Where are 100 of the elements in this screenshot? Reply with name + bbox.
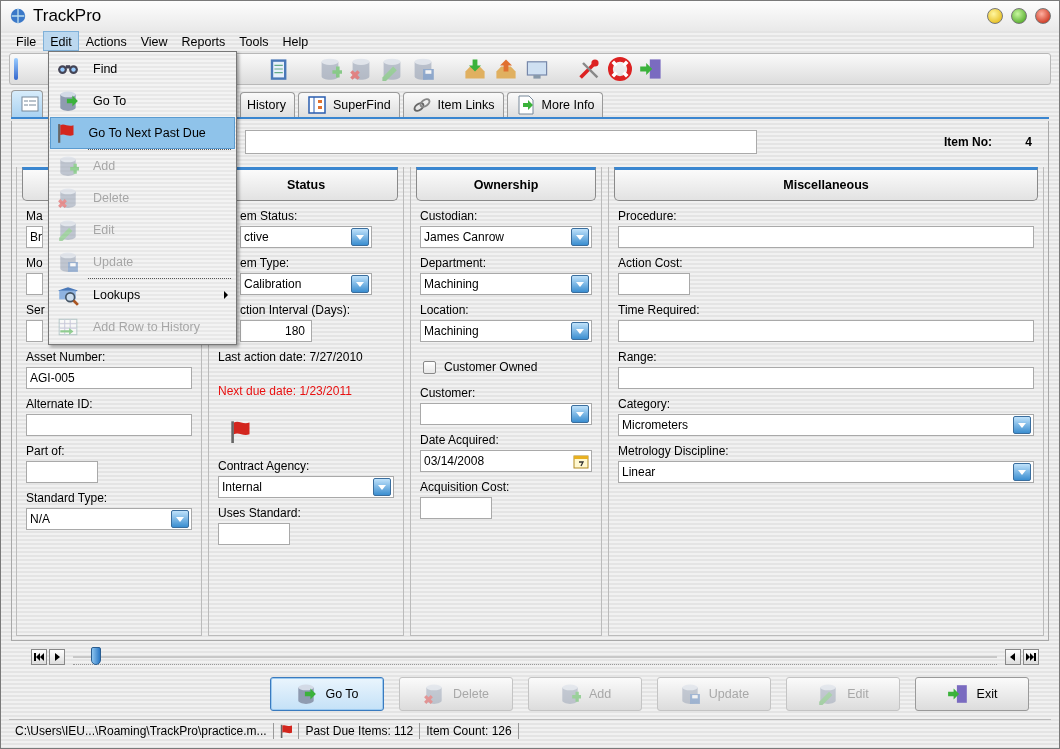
dropdown-button[interactable] — [1013, 463, 1031, 481]
dropdown-field[interactable]: Machining — [420, 320, 592, 342]
menu-item[interactable]: File — [9, 31, 44, 51]
text-field[interactable] — [26, 273, 43, 295]
close-button[interactable] — [1035, 8, 1051, 24]
menu-item[interactable]: Edit — [43, 31, 79, 51]
first-record-button[interactable] — [31, 649, 47, 665]
field-label: Uses Standard: — [218, 506, 301, 522]
slider-thumb[interactable] — [91, 646, 102, 665]
menu-item[interactable]: Reports — [174, 31, 233, 51]
field-label: Metrology Discipline: — [618, 444, 729, 459]
menu-item[interactable]: Actions — [78, 31, 134, 51]
binoculars-icon — [57, 62, 79, 76]
text-field[interactable] — [618, 273, 690, 295]
dropdown-button[interactable] — [571, 275, 589, 293]
text-field[interactable] — [26, 320, 43, 342]
maximize-button[interactable] — [1011, 8, 1027, 24]
menu-item[interactable]: Tools — [232, 31, 276, 51]
caret-icon — [356, 234, 364, 240]
next-button[interactable] — [1005, 649, 1021, 665]
previous-button[interactable] — [49, 649, 65, 665]
action-button[interactable]: Go To — [270, 677, 384, 711]
field-label: Contract Agency: — [218, 459, 310, 475]
dropdown-button[interactable] — [571, 228, 589, 246]
text-field[interactable] — [26, 461, 98, 483]
dropdown-button[interactable] — [351, 228, 369, 246]
caret-icon — [176, 516, 184, 522]
menu-item[interactable]: Help — [275, 31, 316, 51]
past-due-count: Past Due Items: 112 — [299, 723, 421, 739]
dropdown-button[interactable] — [351, 275, 369, 293]
text-field[interactable]: AGI-005 — [26, 367, 192, 389]
arrow-icon — [1026, 653, 1036, 661]
field-label: Time Required: — [618, 303, 700, 318]
database-delete-icon — [57, 187, 79, 209]
exit-door-icon[interactable] — [639, 57, 663, 81]
tray-out-icon[interactable] — [494, 57, 518, 81]
dropdown-button[interactable] — [571, 322, 589, 340]
caret-icon — [576, 328, 584, 334]
field-label: Alternate ID: — [26, 397, 93, 412]
tree-view-icon — [306, 95, 327, 115]
text-field[interactable] — [218, 523, 290, 546]
menu-item[interactable]: Find — [50, 53, 235, 85]
menu-item[interactable]: Go To Next Past Due — [50, 117, 235, 149]
lifebuoy-icon[interactable] — [608, 57, 632, 81]
tab[interactable]: Item Links — [402, 92, 504, 117]
date-field[interactable]: 03/14/2008 — [420, 450, 592, 472]
info-text: Last action date: 7/27/2010 — [218, 350, 363, 366]
database-pencil-icon — [57, 219, 79, 241]
submenu-arrow-icon — [224, 291, 228, 299]
text-field[interactable] — [26, 414, 192, 436]
dropdown-button[interactable] — [171, 510, 189, 528]
dropdown-field[interactable]: N/A — [26, 508, 192, 530]
field-label: Range: — [618, 350, 657, 365]
text-field[interactable] — [618, 226, 1034, 248]
exit-door-icon — [946, 683, 969, 705]
tools-icon[interactable] — [577, 57, 601, 81]
minimize-button[interactable] — [987, 8, 1003, 24]
dropdown-field[interactable] — [420, 403, 592, 425]
dropdown-button[interactable] — [571, 405, 589, 423]
text-field[interactable] — [618, 367, 1034, 389]
menu-item[interactable]: View — [133, 31, 175, 51]
last-record-button[interactable] — [1023, 649, 1039, 665]
item-count: Item Count: 126 — [420, 723, 519, 739]
dropdown-field[interactable]: James Canrow — [420, 226, 592, 248]
dropdown-field[interactable]: ctive — [240, 226, 372, 248]
dropdown-field[interactable]: Internal — [218, 476, 394, 499]
text-field[interactable] — [618, 320, 1034, 342]
file-path: C:\Users\IEU...\Roaming\TrackPro\practice.m... — [9, 723, 274, 739]
dropdown-field[interactable]: Calibration — [240, 273, 372, 295]
tab[interactable]: History — [240, 92, 295, 117]
dropdown-field[interactable]: Machining — [420, 273, 592, 295]
dropdown-button[interactable] — [373, 478, 391, 497]
field-label: em Status: — [240, 209, 298, 224]
action-button[interactable]: Exit — [915, 677, 1029, 711]
dropdown-button[interactable] — [1013, 416, 1031, 434]
caret-icon — [576, 281, 584, 287]
text-field[interactable]: Br — [26, 226, 43, 248]
calendar-icon[interactable] — [573, 453, 589, 469]
text-field[interactable] — [245, 130, 757, 154]
menu-item[interactable]: Lookups — [50, 279, 235, 311]
dropdown-field[interactable]: Micrometers — [618, 414, 1034, 436]
tab[interactable] — [11, 90, 43, 117]
field-label: Ser — [26, 303, 45, 318]
text-field[interactable]: 180 — [240, 320, 312, 342]
checkbox-label: Customer Owned — [444, 360, 538, 374]
menu-item[interactable]: Go To — [50, 85, 235, 117]
tray-in-icon[interactable] — [463, 57, 487, 81]
field-label: Date Acquired: — [420, 433, 499, 448]
record-slider[interactable] — [73, 649, 997, 665]
text-field[interactable] — [420, 497, 492, 519]
database-save-icon — [57, 251, 79, 273]
database-add-icon — [57, 155, 79, 177]
field-label: Procedure: — [618, 209, 677, 224]
dropdown-field[interactable]: Linear — [618, 461, 1034, 483]
table-arrow-icon — [57, 316, 79, 338]
checkbox[interactable] — [423, 360, 436, 374]
tab[interactable]: More Info — [506, 92, 604, 117]
tab[interactable]: SuperFind — [297, 92, 400, 117]
field-label: Customer: — [420, 386, 476, 401]
item-number-value: 4 — [1024, 135, 1033, 149]
